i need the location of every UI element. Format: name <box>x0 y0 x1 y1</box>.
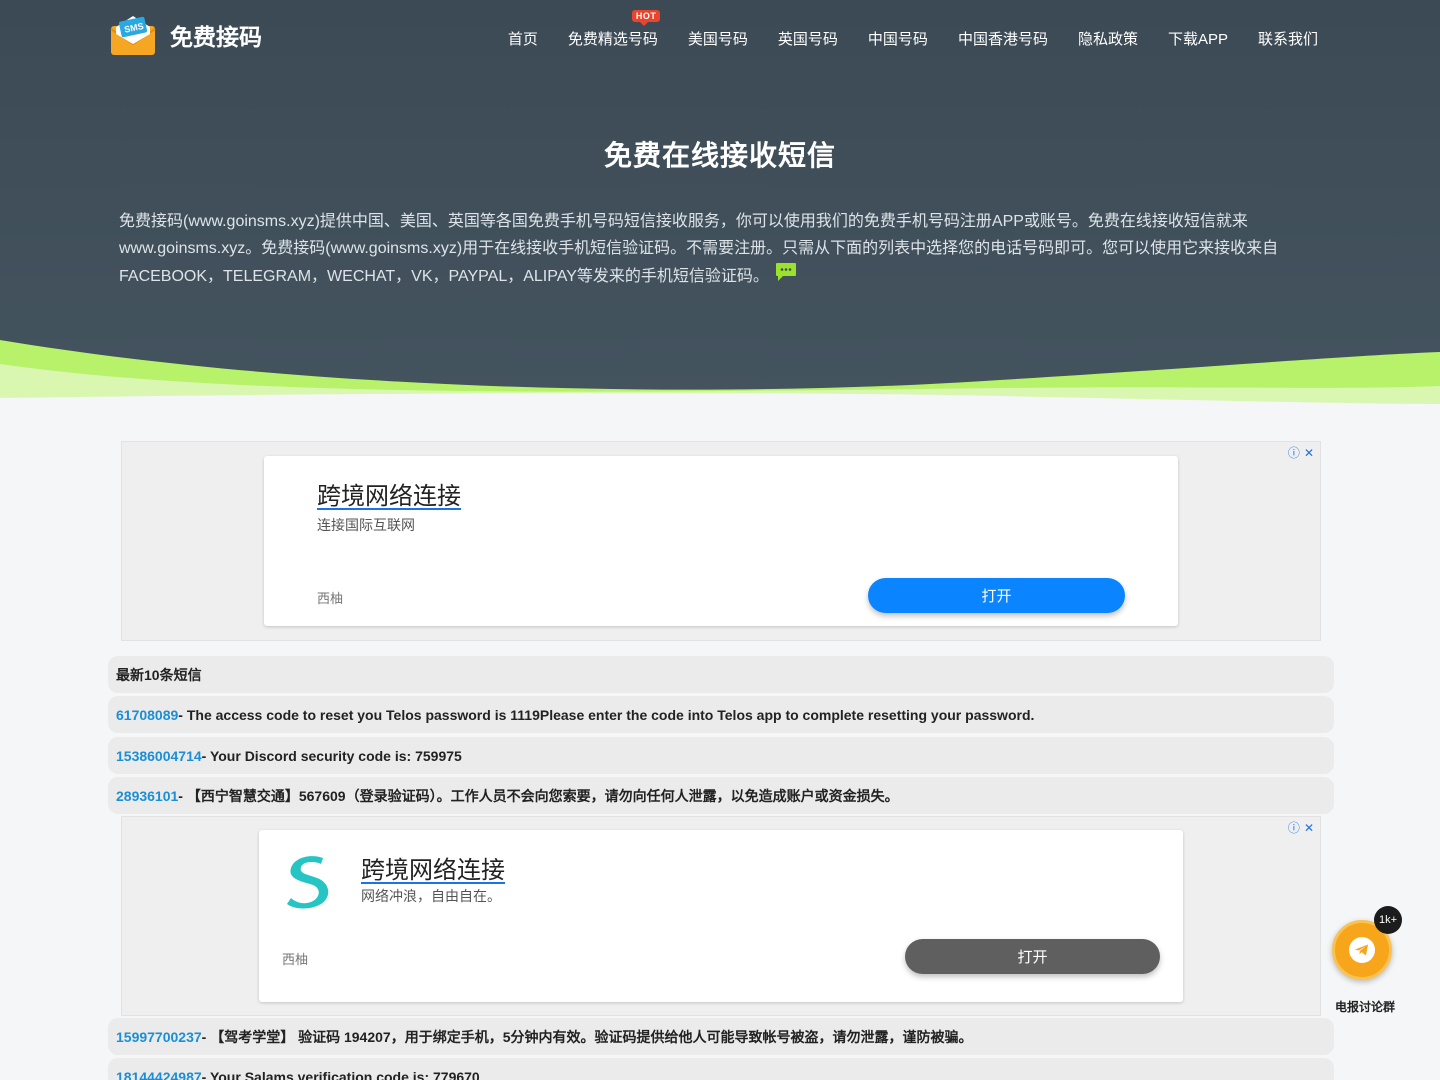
nav-us-numbers[interactable]: 美国号码 <box>688 28 748 49</box>
ad-brand-1: 西柚 <box>317 591 344 606</box>
hot-badge: HOT <box>631 10 661 26</box>
message-number-link[interactable]: 18144424987 <box>116 1069 202 1080</box>
nav-download-app[interactable]: 下载APP <box>1168 28 1228 49</box>
main-nav: 首页 免费精选号码 HOT 美国号码 英国号码 中国号码 中国香港号码 隐私政策… <box>478 10 1318 49</box>
hero-title: 免费在线接收短信 <box>603 140 836 171</box>
message-row: 28936101- 【西宁智慧交通】567609（登录验证码）。工作人员不会向您… <box>108 777 1334 814</box>
message-number-link[interactable]: 15386004714 <box>116 748 202 764</box>
hero-section: SMS 免费接码 首页 免费精选号码 HOT 美国号码 英国号码 中国号码 中国… <box>0 0 1440 410</box>
message-number-link[interactable]: 61708089 <box>116 707 178 723</box>
ad-controls-2: ⓘ ✕ <box>1288 819 1314 836</box>
ad-close-icon[interactable]: ✕ <box>1304 446 1314 460</box>
ad-controls-1: ⓘ ✕ <box>1288 444 1314 461</box>
message-number-link[interactable]: 15997700237 <box>116 1029 202 1045</box>
ad-banner-2: ⓘ ✕ 跨境网络连接 网络冲浪，自由自在。 西柚 打开 <box>121 816 1321 1016</box>
message-row: 15386004714- Your Discord security code … <box>108 737 1334 774</box>
ad-card-2[interactable]: 跨境网络连接 网络冲浪，自由自在。 西柚 打开 <box>259 830 1183 1002</box>
grapefruit-brand-logo-icon <box>283 852 335 910</box>
nav-home[interactable]: 首页 <box>508 28 538 49</box>
message-row: 18144424987- Your Salams verification co… <box>108 1058 1334 1080</box>
nav-contact[interactable]: 联系我们 <box>1258 28 1318 49</box>
ad-info-icon[interactable]: ⓘ <box>1288 444 1300 461</box>
hero-description: 免费接码(www.goinsms.xyz)提供中国、美国、英国等各国免费手机号码… <box>119 208 1299 291</box>
nav-featured-numbers[interactable]: 免费精选号码 HOT <box>567 10 661 49</box>
nav-featured-label: 免费精选号码 <box>567 31 658 48</box>
hero-description-text: 免费接码(www.goinsms.xyz)提供中国、美国、英国等各国免费手机号码… <box>119 213 1279 285</box>
telegram-group-label[interactable]: 电报讨论群 <box>1322 998 1408 1015</box>
message-text: - 【驾考学堂】 验证码 194207，用于绑定手机，5分钟内有效。验证码提供给… <box>201 1028 973 1045</box>
message-text: - The access code to reset you Telos pas… <box>178 706 1035 723</box>
ad-subtitle-2: 网络冲浪，自由自在。 <box>361 888 501 904</box>
ad-subtitle-1: 连接国际互联网 <box>317 517 415 533</box>
ad-title-2[interactable]: 跨境网络连接 <box>361 850 505 885</box>
ad-info-icon[interactable]: ⓘ <box>1288 819 1300 836</box>
nav-hongkong-numbers[interactable]: 中国香港号码 <box>958 28 1048 49</box>
message-text: - Your Discord security code is: 759975 <box>201 747 462 764</box>
ad-open-button-1[interactable]: 打开 <box>868 578 1125 613</box>
message-text: - 【西宁智慧交通】567609（登录验证码）。工作人员不会向您索要，请勿向任何… <box>178 787 899 804</box>
chat-bubble-icon <box>775 262 797 291</box>
message-row: 61708089- The access code to reset you T… <box>108 696 1334 733</box>
telegram-member-badge: 1k+ <box>1374 906 1402 934</box>
site-name: 免费接码 <box>170 24 262 50</box>
message-text: - Your Salams verification code is: 7796… <box>201 1068 480 1080</box>
ad-close-icon[interactable]: ✕ <box>1304 821 1314 835</box>
nav-privacy[interactable]: 隐私政策 <box>1078 28 1138 49</box>
nav-uk-numbers[interactable]: 英国号码 <box>778 28 838 49</box>
envelope-logo-icon: SMS <box>110 14 156 56</box>
nav-china-numbers[interactable]: 中国号码 <box>868 28 928 49</box>
message-row: 15997700237- 【驾考学堂】 验证码 194207，用于绑定手机，5分… <box>108 1018 1334 1055</box>
ad-open-button-2[interactable]: 打开 <box>905 939 1160 974</box>
hero-wave-decoration <box>0 340 1440 410</box>
ad-title-1[interactable]: 跨境网络连接 <box>317 476 461 511</box>
ad-brand-2: 西柚 <box>282 952 309 967</box>
message-number-link[interactable]: 28936101 <box>116 788 178 804</box>
messages-header: 最新10条短信 <box>108 656 1334 693</box>
ad-card-1[interactable]: 跨境网络连接 连接国际互联网 西柚 打开 <box>264 456 1178 626</box>
top-navbar: SMS 免费接码 首页 免费精选号码 HOT 美国号码 英国号码 中国号码 中国… <box>0 0 1440 80</box>
ad-banner-1: ⓘ ✕ 跨境网络连接 连接国际互联网 西柚 打开 <box>121 441 1321 641</box>
telegram-icon <box>1349 937 1375 963</box>
site-logo[interactable]: SMS 免费接码 <box>110 14 262 56</box>
telegram-fab[interactable]: 1k+ <box>1332 906 1402 980</box>
